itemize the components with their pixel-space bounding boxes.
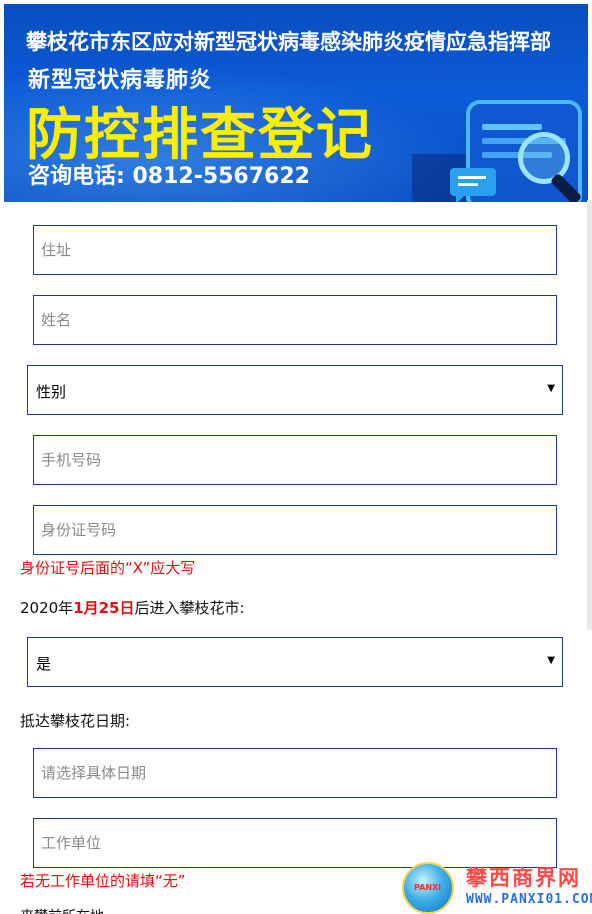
arrival-date-input[interactable] [34, 749, 556, 797]
id-number-field[interactable] [33, 505, 557, 555]
watermark-logo: PANXI 攀西商界网 WWW.PANXI01.COM [402, 856, 592, 914]
arrival-date-field[interactable] [33, 748, 557, 798]
entry-select-value: 是 [36, 655, 52, 673]
arrival-date-label: 抵达攀枝花日期: [20, 712, 131, 730]
entry-select[interactable]: 是 ▼ [27, 637, 563, 687]
id-hint: 身份证号后面的“X”应大写 [20, 559, 196, 577]
name-input[interactable] [34, 296, 556, 344]
scrollbar-track[interactable] [587, 200, 592, 630]
entry-question-label: 2020年1月25日后进入攀枝花市: [20, 597, 245, 618]
globe-icon: PANXI [402, 862, 454, 914]
gender-select-value: 性别 [36, 383, 67, 401]
id-number-input[interactable] [34, 506, 556, 554]
phone-input[interactable] [34, 436, 556, 484]
entry-question-prefix: 2020年 [20, 599, 74, 617]
phone-field[interactable] [33, 435, 557, 485]
chat-bubble-icon [450, 168, 496, 202]
address-input[interactable] [34, 226, 556, 274]
org-title: 攀枝花市东区应对新型冠状病毒感染肺炎疫情应急指挥部 [26, 30, 551, 54]
work-unit-hint: 若无工作单位的请填“无” [20, 872, 186, 890]
watermark-name: 攀西商界网 [466, 865, 581, 890]
gender-select[interactable]: 性别 ▼ [27, 365, 563, 415]
triangle-down-icon: ▼ [547, 655, 555, 666]
entry-question-date: 1月25日 [73, 599, 135, 617]
globe-text: PANXI [414, 883, 442, 892]
entry-question-suffix: 后进入攀枝花市: [134, 599, 245, 617]
hotline-text: 咨询电话: 0812-5567622 [28, 164, 310, 189]
header-banner: 攀枝花市东区应对新型冠状病毒感染肺炎疫情应急指挥部 新型冠状病毒肺炎 防控排查登… [4, 4, 588, 202]
name-field[interactable] [33, 295, 557, 345]
triangle-down-icon: ▼ [547, 383, 555, 394]
next-field-label: 来攀前所在地 [20, 906, 104, 914]
address-field[interactable] [33, 225, 557, 275]
watermark-url: WWW.PANXI01.COM [466, 892, 592, 907]
